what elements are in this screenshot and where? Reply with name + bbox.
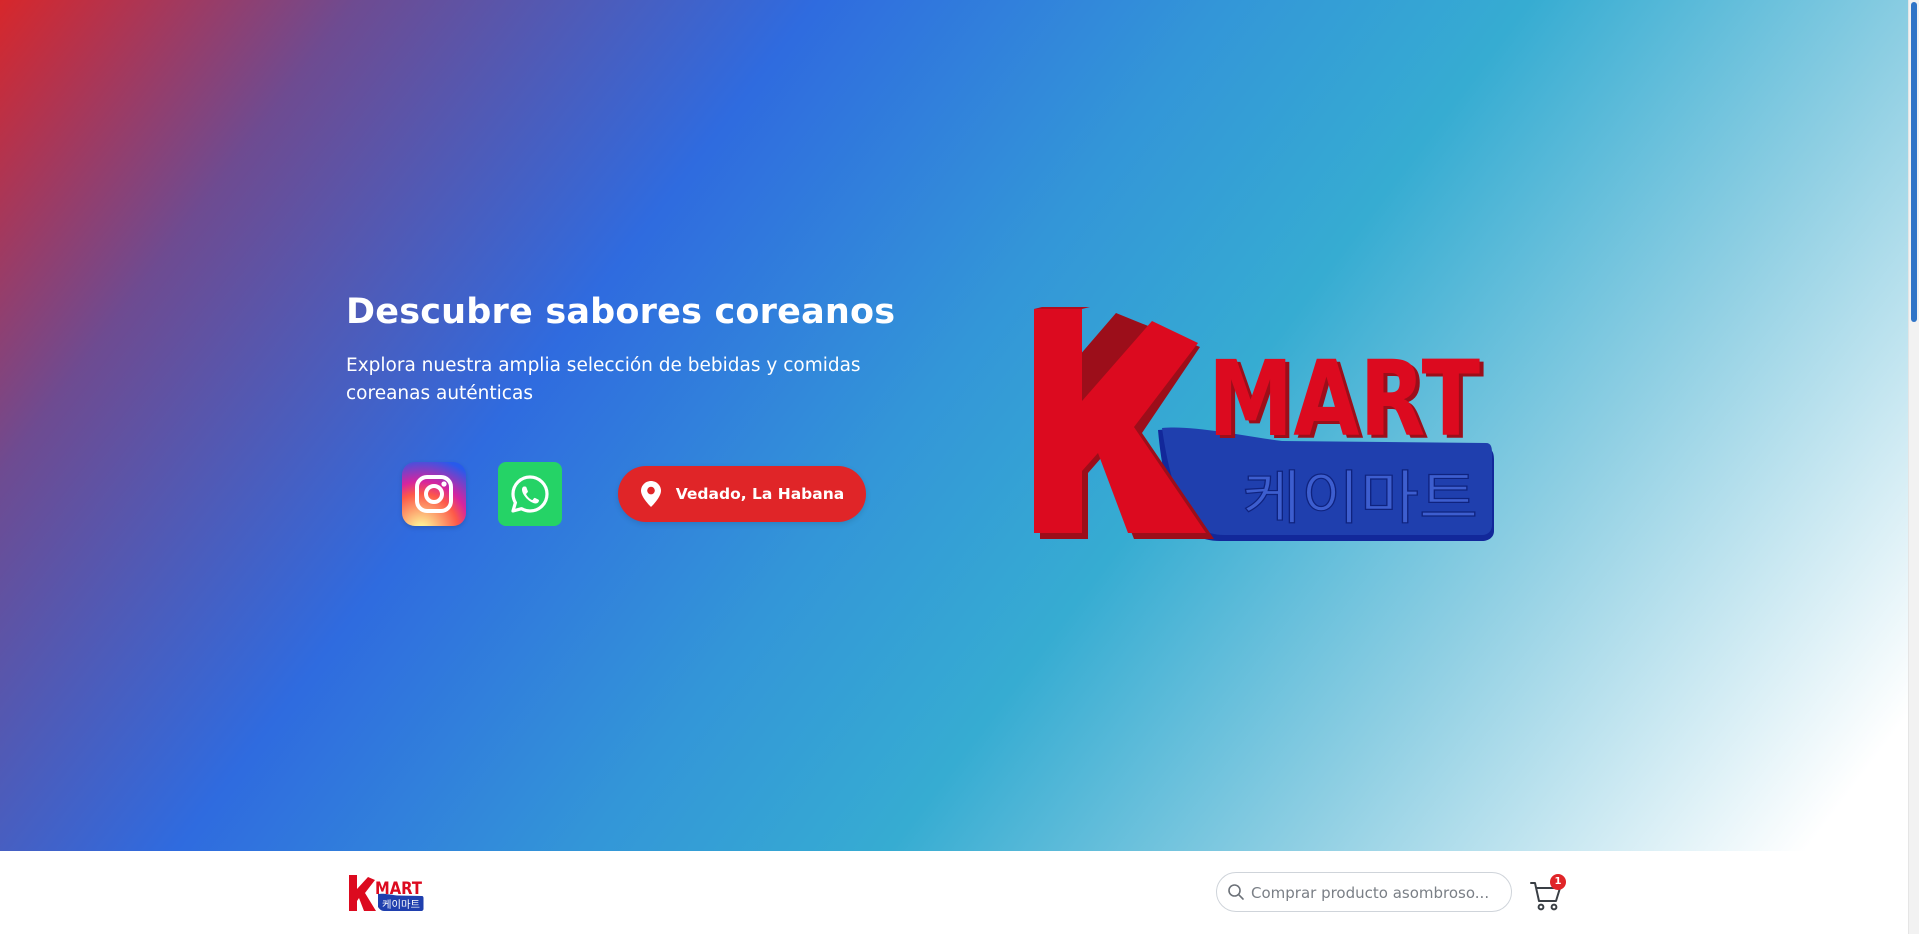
map-pin-icon <box>640 481 661 507</box>
svg-text:MART: MART <box>375 879 422 899</box>
cart-button[interactable]: 1 <box>1528 871 1568 913</box>
scrollbar-thumb[interactable] <box>1911 2 1917 322</box>
instagram-icon <box>415 475 453 513</box>
vertical-scrollbar[interactable] <box>1908 0 1919 934</box>
search-input[interactable] <box>1249 879 1505 907</box>
hero-text-block: Descubre sabores coreanos Explora nuestr… <box>346 292 946 408</box>
hero-title: Descubre sabores coreanos <box>346 292 896 332</box>
page: Descubre sabores coreanos Explora nuestr… <box>0 0 1919 934</box>
kmart-hero-logo: MART MART 케이마트 <box>1034 307 1494 541</box>
instagram-link[interactable] <box>402 462 466 526</box>
location-button[interactable]: Vedado, La Habana <box>618 466 866 522</box>
search-icon <box>1228 884 1244 900</box>
navbar: MART 케이마트 1 <box>0 851 1908 934</box>
logo-korean-text: 케이마트 <box>1242 464 1478 532</box>
search-box[interactable] <box>1216 872 1512 912</box>
whatsapp-icon <box>511 475 549 513</box>
whatsapp-link[interactable] <box>498 462 562 526</box>
kmart-logo[interactable]: MART 케이마트 <box>348 874 424 912</box>
logo-mart-text: MART <box>1208 338 1480 460</box>
hero-subtitle: Explora nuestra amplia selección de bebi… <box>346 355 861 404</box>
svg-text:케이마트: 케이마트 <box>382 899 420 911</box>
location-label: Vedado, La Habana <box>675 485 845 503</box>
hero-banner: Descubre sabores coreanos Explora nuestr… <box>0 0 1908 851</box>
cart-count-badge: 1 <box>1550 874 1566 890</box>
